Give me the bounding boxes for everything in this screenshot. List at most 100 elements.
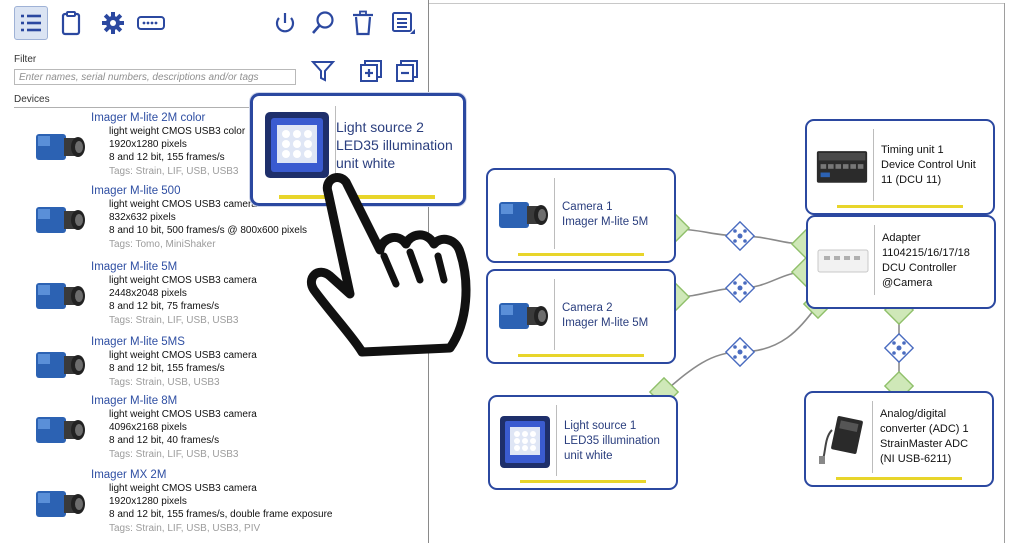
node-divider	[872, 401, 873, 473]
device-description: light weight CMOS USB3 color	[109, 126, 246, 137]
hub-diamond	[883, 332, 915, 364]
camera-device-icon	[496, 178, 550, 251]
node-label-line: StrainMaster ADC	[880, 438, 969, 450]
device-description: 832x632 pixels	[109, 212, 176, 223]
toolbar	[8, 0, 428, 46]
node-label: Timing unit 1 Device Control Unit 11 (DC…	[881, 143, 976, 188]
device-description: 1920x1280 pixels	[109, 496, 187, 507]
status-bar	[837, 205, 963, 208]
node-label-line: Imager M-lite 5M	[562, 216, 649, 228]
node-label: Light source 2 LED35 illumination unit w…	[336, 118, 453, 172]
camera-device-icon	[34, 275, 86, 317]
node-adapter[interactable]: Adapter 1104215/16/17/18 DCU Controller …	[806, 215, 996, 309]
camera-device-icon	[34, 344, 86, 386]
device-title: Imager MX 2M	[91, 469, 167, 481]
node-label-line: Device Control Unit	[881, 159, 976, 171]
search-icon[interactable]	[306, 6, 340, 40]
filter-label: Filter	[14, 54, 37, 65]
devices-label: Devices	[14, 94, 50, 105]
light-source-icon	[498, 405, 552, 478]
device-description: light weight CMOS USB3 camera	[109, 409, 257, 420]
device-tags: Tags: Strain, LIF, USB, USB3	[109, 315, 239, 326]
filter-funnel-icon[interactable]	[306, 54, 340, 88]
device-title: Imager M-lite 8M	[91, 395, 178, 407]
node-label: Light source 1 LED35 illumination unit w…	[564, 419, 660, 464]
node-camera-2[interactable]: Camera 2 Imager M-lite 5M	[486, 269, 676, 364]
node-label-line: Camera 2	[562, 302, 613, 314]
device-description: 8 and 12 bit, 75 frames/s	[109, 301, 220, 312]
connection-line	[675, 228, 741, 237]
device-title: Imager M-lite 5M	[91, 261, 178, 273]
collapse-all-icon[interactable]	[390, 54, 424, 88]
node-label-line: Adapter	[882, 232, 921, 244]
power-icon[interactable]	[268, 6, 302, 40]
device-tags: Tags: Strain, USB, USB3	[109, 377, 220, 388]
device-tags: Tags: Strain, LIF, USB, USB3	[109, 166, 239, 177]
device-tags: Tags: Tomo, MiniShaker	[109, 239, 216, 250]
node-label: Camera 1 Imager M-lite 5M	[562, 200, 648, 230]
filter-input[interactable]	[14, 69, 296, 85]
device-description: light weight CMOS USB3 camera	[109, 350, 257, 361]
expand-all-icon[interactable]	[354, 54, 388, 88]
node-divider	[556, 405, 557, 476]
node-label-line: Timing unit 1	[881, 144, 944, 156]
camera-device-icon	[34, 199, 86, 241]
node-label-line: Light source 2	[336, 119, 424, 135]
device-tags: Tags: Strain, LIF, USB, USB3, PIV	[109, 523, 261, 534]
status-bar	[520, 480, 646, 483]
device-description: light weight CMOS USB3 camera	[109, 275, 257, 286]
connection-line	[739, 271, 807, 289]
device-description: light weight CMOS USB3 camera	[109, 199, 257, 210]
node-label-line: 11 (DCU 11)	[881, 174, 942, 186]
status-bar	[836, 477, 962, 480]
device-title: Imager M-lite 5MS	[91, 336, 185, 348]
device-list-icon[interactable]	[14, 6, 48, 40]
device-list-item[interactable]: Imager M-lite 8M light weight CMOS USB3 …	[14, 395, 428, 465]
camera-device-icon	[34, 409, 86, 451]
device-description: 8 and 12 bit, 155 frames/s	[109, 363, 225, 374]
light-source-icon	[262, 109, 332, 181]
node-divider	[554, 279, 555, 350]
node-label-line: converter (ADC) 1	[880, 423, 969, 435]
control-unit-icon	[815, 129, 869, 203]
node-divider	[554, 178, 555, 249]
node-label: Analog/digital converter (ADC) 1 StrainM…	[880, 407, 969, 467]
hub-diamond	[724, 220, 756, 252]
node-adc-1[interactable]: Analog/digital converter (ADC) 1 StrainM…	[804, 391, 994, 487]
connection-line	[675, 287, 741, 298]
gear-icon[interactable]	[96, 6, 130, 40]
node-timing-unit-1[interactable]: Timing unit 1 Device Control Unit 11 (DC…	[805, 119, 995, 215]
node-camera-1[interactable]: Camera 1 Imager M-lite 5M	[486, 168, 676, 263]
node-light-source-1[interactable]: Light source 1 LED35 illumination unit w…	[488, 395, 678, 490]
node-label-line: Camera 1	[562, 201, 613, 213]
device-description: 2448x2048 pixels	[109, 288, 187, 299]
device-description: 1920x1280 pixels	[109, 139, 187, 150]
node-label-line: 1104215/16/17/18	[882, 247, 970, 259]
node-label-line: @Camera	[882, 277, 933, 289]
adapter-icon	[816, 225, 870, 297]
node-divider	[874, 225, 875, 295]
panel-menu-icon[interactable]	[386, 6, 420, 40]
camera-device-icon	[496, 279, 550, 352]
connection-line	[739, 235, 807, 245]
canvas-right-border	[1004, 3, 1005, 543]
node-label-line: LED35 illumination	[564, 435, 660, 447]
node-label-line: unit white	[336, 155, 396, 171]
connector-icon[interactable]	[134, 6, 168, 40]
device-list-item[interactable]: Imager MX 2M light weight CMOS USB3 came…	[14, 469, 428, 543]
device-description: 8 and 12 bit, 155 frames/s, double frame…	[109, 509, 333, 520]
connection-line	[739, 303, 819, 353]
node-label-line: (NI USB-6211)	[880, 453, 952, 465]
canvas-top-border	[428, 3, 1005, 4]
hub-diamond	[724, 336, 756, 368]
camera-device-icon	[34, 483, 86, 525]
device-title: Imager M-lite 2M color	[91, 112, 206, 124]
node-label-line: Light source 1	[564, 420, 637, 432]
trash-icon[interactable]	[346, 6, 380, 40]
device-description: 8 and 10 bit, 500 frames/s @ 800x600 pix…	[109, 225, 308, 236]
clipboard-icon[interactable]	[54, 6, 88, 40]
device-description: light weight CMOS USB3 camera	[109, 483, 257, 494]
device-title: Imager M-lite 500	[91, 185, 181, 197]
camera-device-icon	[34, 126, 86, 168]
node-label-line: unit white	[564, 450, 613, 462]
